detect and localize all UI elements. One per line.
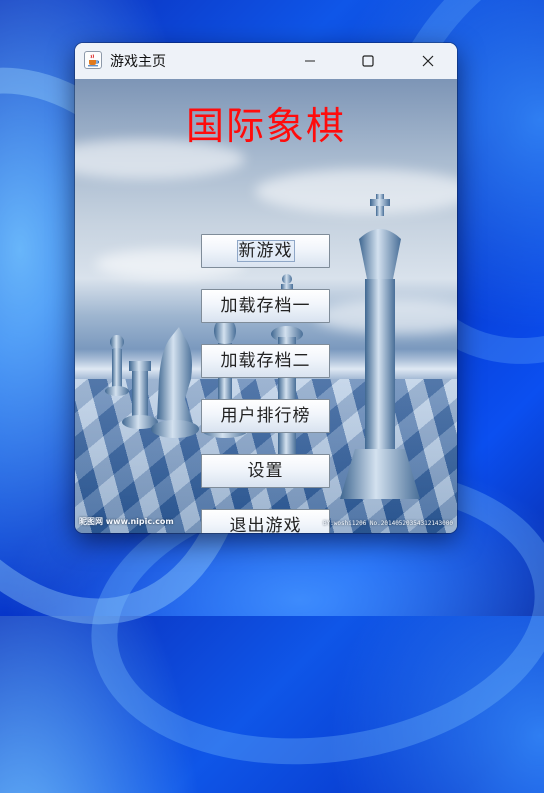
watermark-left: 昵图网 www.nipic.com <box>79 517 174 526</box>
game-title: 国际象棋 <box>185 104 346 148</box>
maximize-icon <box>362 55 374 67</box>
minimize-icon <box>305 60 315 62</box>
window-title: 游戏主页 <box>110 54 166 70</box>
knight-piece <box>151 327 199 438</box>
close-icon <box>422 55 434 67</box>
exit-game-button[interactable]: 退出游戏 <box>201 509 330 533</box>
new-game-label: 新游戏 <box>236 240 295 262</box>
new-game-button[interactable]: 新游戏 <box>201 234 330 268</box>
load-save-1-button[interactable]: 加载存档一 <box>201 289 330 323</box>
settings-button[interactable]: 设置 <box>201 454 330 488</box>
load-save-2-button[interactable]: 加载存档二 <box>201 344 330 378</box>
close-button[interactable] <box>399 43 457 79</box>
watermark-right: BY:woshi1206 No.20140520354312143000 <box>322 520 453 527</box>
main-panel: 国际象棋 新游戏 加载存档一 加载存档二 用户排行榜 设置 退出游戏 昵图网 w… <box>75 79 457 533</box>
minimize-button[interactable] <box>281 43 339 79</box>
leaderboard-button[interactable]: 用户排行榜 <box>201 399 330 433</box>
king-piece <box>340 194 420 499</box>
game-home-window: 游戏主页 国际象棋 新游戏 加载存档一 加载存档二 用户排行榜 设置 退出游戏 … <box>75 43 457 533</box>
title-bar[interactable]: 游戏主页 <box>75 43 457 79</box>
pawn-piece <box>105 335 129 396</box>
java-cup-icon <box>84 51 102 69</box>
maximize-button[interactable] <box>339 43 397 79</box>
rook-piece <box>122 361 158 429</box>
